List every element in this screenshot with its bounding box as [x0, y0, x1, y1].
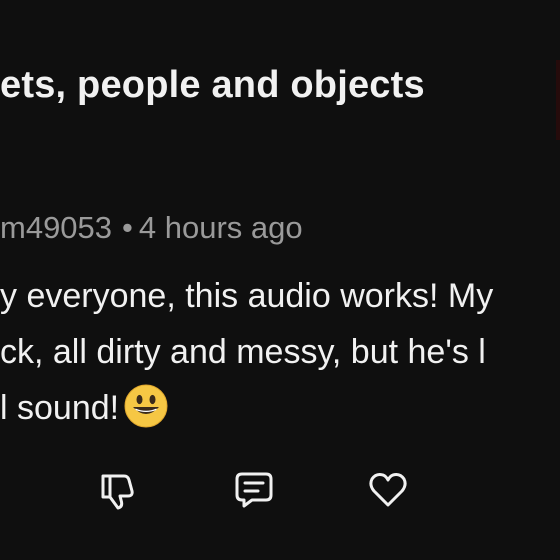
dislike-button[interactable] — [90, 464, 142, 516]
comment-meta: m49053 • 4 hours ago — [0, 210, 303, 246]
reply-button[interactable] — [228, 464, 280, 516]
comment-line-3: l sound! — [0, 380, 560, 436]
like-button[interactable] — [362, 464, 414, 516]
meta-separator: • — [122, 210, 133, 245]
video-header: ets, people and objects — [0, 0, 560, 150]
comment-line-2: ck, all dirty and messy, but he's l — [0, 333, 486, 371]
comment-author[interactable]: m49053 — [0, 210, 112, 245]
heart-icon — [369, 473, 407, 507]
thumbnail-edge — [556, 60, 560, 140]
comment-line-1: y everyone, this audio works! My — [0, 277, 494, 315]
video-title: ets, people and objects — [0, 64, 425, 106]
comment-time: 4 hours ago — [138, 210, 303, 245]
thumbs-down-icon — [101, 474, 134, 510]
grinning-face-icon — [124, 384, 168, 428]
comment-body: y everyone, this audio works! My ck, all… — [0, 268, 560, 436]
comment-icon — [235, 472, 273, 508]
comment-line-3-text: l sound! — [0, 389, 120, 427]
comment-actions — [0, 464, 560, 520]
